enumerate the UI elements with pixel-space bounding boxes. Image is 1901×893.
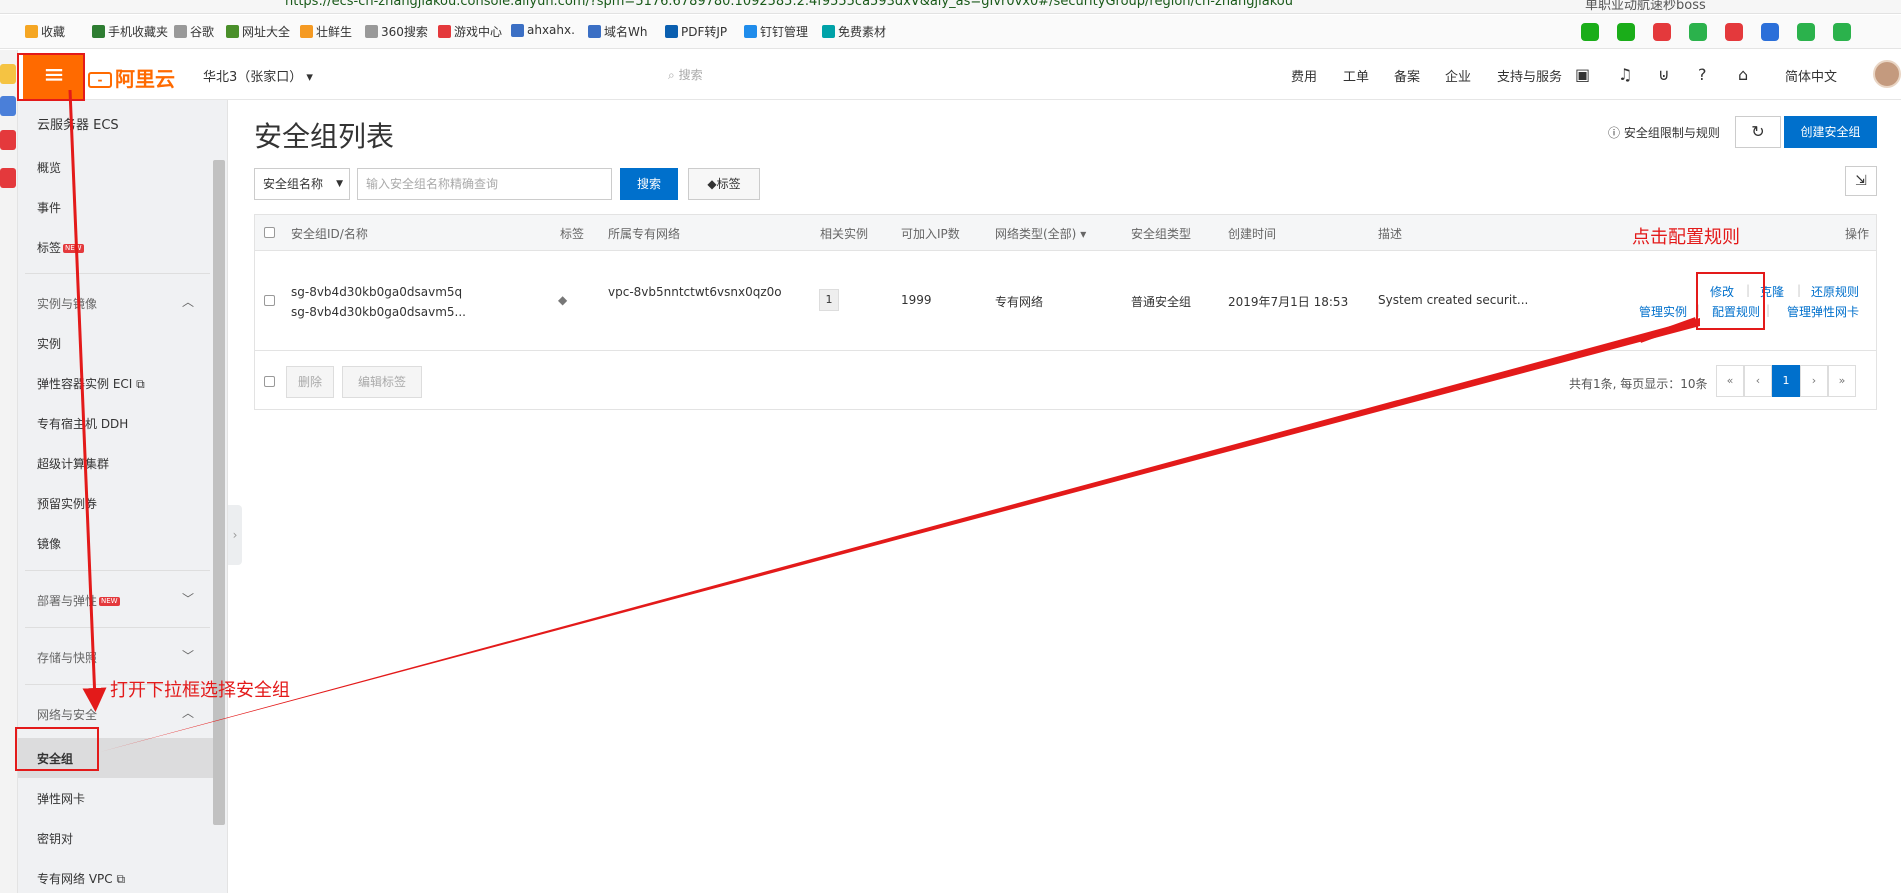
arrow-menu-to-network — [68, 89, 107, 712]
annotation-arrows — [68, 89, 1700, 752]
arrow-security-group-to-rules — [100, 318, 1700, 752]
arrow-rules-head — [1638, 317, 1698, 343]
